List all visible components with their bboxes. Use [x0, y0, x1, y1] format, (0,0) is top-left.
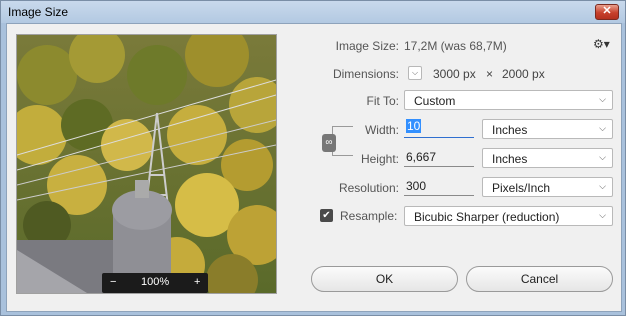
resample-checkbox[interactable]: ✔: [320, 209, 333, 222]
fit-to-value: Custom: [414, 94, 456, 108]
width-input[interactable]: 10: [404, 119, 474, 138]
resample-dropdown[interactable]: Bicubic Sharper (reduction) ⌵: [404, 206, 613, 226]
height-label: Height:: [360, 152, 399, 166]
window-title: Image Size: [8, 5, 69, 19]
fit-to-label: Fit To:: [366, 94, 399, 108]
preview-photo: [17, 35, 276, 293]
chevron-down-icon: ⌵: [599, 181, 606, 191]
fit-to-dropdown[interactable]: Custom ⌵: [404, 90, 613, 110]
ok-button[interactable]: OK: [311, 266, 458, 292]
dimensions-height: 2000 px: [502, 67, 545, 81]
height-input[interactable]: 6,667: [404, 148, 474, 167]
resolution-label: Resolution:: [338, 181, 399, 195]
close-button[interactable]: ✕: [595, 4, 619, 20]
close-icon: ✕: [602, 5, 612, 17]
width-unit-dropdown[interactable]: Inches ⌵: [482, 119, 613, 139]
height-unit-dropdown[interactable]: Inches ⌵: [482, 148, 613, 168]
zoom-control: − 100% +: [102, 273, 208, 293]
resample-value: Bicubic Sharper (reduction): [414, 210, 560, 224]
resolution-unit-value: Pixels/Inch: [492, 181, 551, 195]
image-preview[interactable]: − 100% +: [16, 34, 277, 294]
zoom-out-button[interactable]: −: [110, 276, 116, 288]
dimensions-width: 3000 px: [433, 67, 476, 81]
chevron-down-icon: ⌵: [599, 152, 606, 162]
dimensions-label: Dimensions:: [332, 67, 399, 81]
chevron-down-icon: ⌵: [599, 123, 606, 133]
cancel-button[interactable]: Cancel: [466, 266, 613, 292]
height-unit-value: Inches: [492, 152, 528, 166]
zoom-in-button[interactable]: +: [194, 276, 200, 288]
chevron-down-icon: ⌵: [599, 210, 606, 220]
dialog-body: − 100% + Image Size: 17,2M (was 68,7M) ⚙…: [6, 23, 622, 312]
zoom-level: 100%: [141, 276, 170, 288]
dimensions-separator: ×: [486, 67, 494, 81]
width-label: Width:: [364, 123, 399, 137]
resolution-input[interactable]: 300: [404, 177, 474, 196]
dimensions-units-dropdown[interactable]: ⌵: [408, 66, 422, 80]
check-icon: ✔: [322, 210, 331, 221]
chevron-down-icon: ⌵: [411, 68, 419, 77]
image-size-label: Image Size:: [335, 39, 399, 53]
resolution-value: 300: [406, 179, 427, 193]
width-value: 10: [406, 119, 422, 133]
resolution-unit-dropdown[interactable]: Pixels/Inch ⌵: [482, 177, 613, 197]
image-size-dialog: Image Size ✕ − 100% + Image Size: 17,2M …: [0, 0, 626, 316]
width-unit-value: Inches: [492, 123, 528, 137]
image-size-value: 17,2M (was 68,7M): [404, 39, 507, 53]
resample-label: Resample:: [340, 209, 398, 223]
chevron-down-icon: ⌵: [599, 94, 606, 104]
gear-icon[interactable]: ⚙▾: [593, 37, 610, 51]
height-value: 6,667: [406, 150, 437, 164]
title-bar[interactable]: Image Size ✕: [1, 1, 625, 23]
